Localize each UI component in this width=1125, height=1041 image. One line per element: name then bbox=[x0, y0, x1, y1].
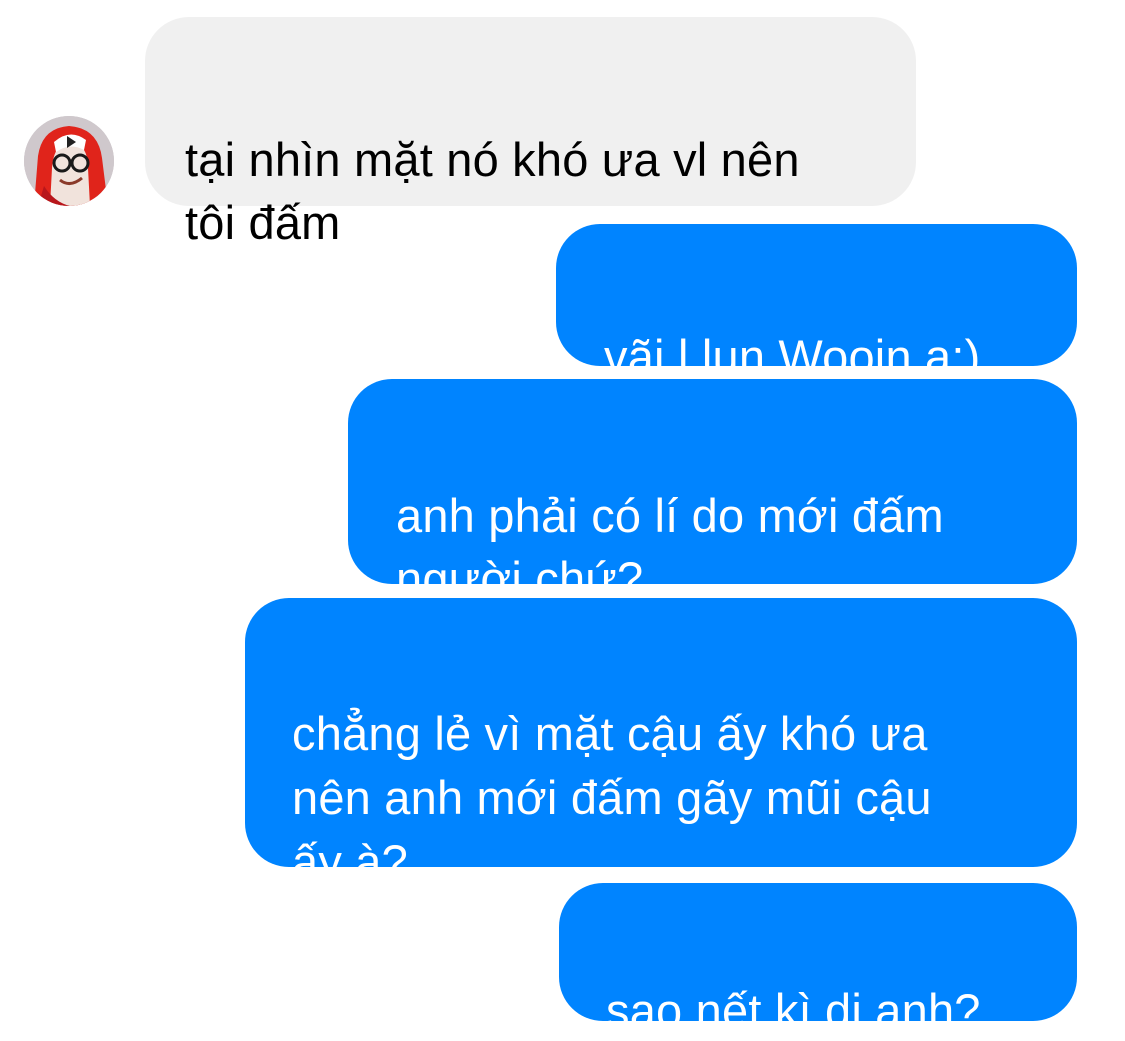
message-bubble-outgoing[interactable]: chẳng lẻ vì mặt cậu ấy khó ưa nên anh mớ… bbox=[245, 598, 1077, 888]
message-bubble-outgoing[interactable]: vãi l lun Wooin ạ:) bbox=[556, 224, 1077, 383]
contact-avatar[interactable] bbox=[24, 116, 114, 206]
message-bubble-incoming[interactable]: tại nhìn mặt nó khó ưa vl nên tôi đấm bbox=[145, 17, 916, 249]
message-bubble-outgoing[interactable]: anh phải có lí do mới đấm người chứ? bbox=[348, 379, 1077, 605]
person-avatar-icon bbox=[24, 116, 114, 206]
message-text: vãi l lun Wooin ạ:) bbox=[604, 330, 981, 383]
message-text: sao nết kì dị anh? bbox=[606, 984, 981, 1037]
message-text: chẳng lẻ vì mặt cậu ấy khó ưa nên anh mớ… bbox=[292, 707, 932, 888]
message-text: anh phải có lí do mới đấm người chứ? bbox=[396, 489, 944, 605]
message-bubble-outgoing[interactable]: sao nết kì dị anh? bbox=[559, 883, 1077, 1037]
